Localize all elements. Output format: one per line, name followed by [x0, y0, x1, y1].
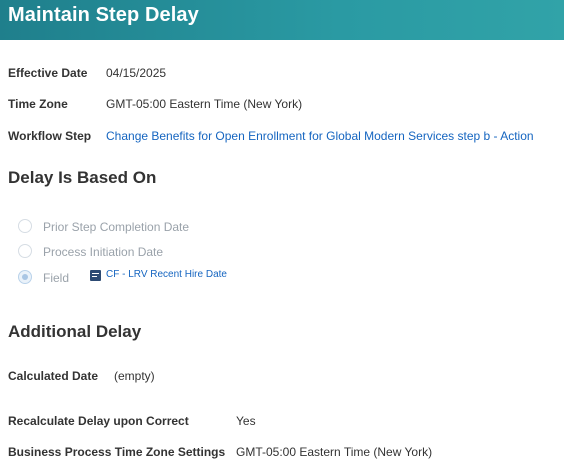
recalculate-delay-label: Recalculate Delay upon Correct — [8, 414, 189, 428]
radio-field[interactable] — [18, 270, 32, 284]
page-title: Maintain Step Delay — [8, 4, 199, 26]
time-zone-label: Time Zone — [8, 97, 68, 111]
radio-process-initiation-date[interactable] — [18, 244, 32, 258]
workflow-step-link[interactable]: Change Benefits for Open Enrollment for … — [106, 129, 534, 143]
delay-based-on-heading: Delay Is Based On — [8, 168, 157, 187]
recalculate-delay-value: Yes — [236, 414, 256, 428]
workflow-step-label: Workflow Step — [8, 129, 92, 143]
radio-label-prior-step-completion-date: Prior Step Completion Date — [43, 220, 190, 234]
radio-label-process-initiation-date: Process Initiation Date — [43, 245, 164, 259]
page-header: Maintain Step Delay — [0, 0, 564, 40]
calculated-date-value: (empty) — [114, 369, 155, 383]
time-zone-value: GMT-05:00 Eastern Time (New York) — [106, 97, 303, 111]
effective-date-label: Effective Date — [8, 66, 88, 80]
bp-time-zone-settings-label: Business Process Time Zone Settings — [8, 445, 226, 459]
additional-delay-heading: Additional Delay — [8, 322, 142, 341]
calculated-date-label: Calculated Date — [8, 369, 99, 383]
radio-prior-step-completion-date[interactable] — [18, 219, 32, 233]
field-prompt-icon[interactable] — [90, 270, 101, 281]
bp-time-zone-settings-value: GMT-05:00 Eastern Time (New York) — [236, 445, 433, 459]
radio-label-field: Field — [43, 271, 70, 285]
field-value-link[interactable]: CF - LRV Recent Hire Date — [106, 269, 227, 280]
effective-date-value: 04/15/2025 — [106, 66, 167, 80]
